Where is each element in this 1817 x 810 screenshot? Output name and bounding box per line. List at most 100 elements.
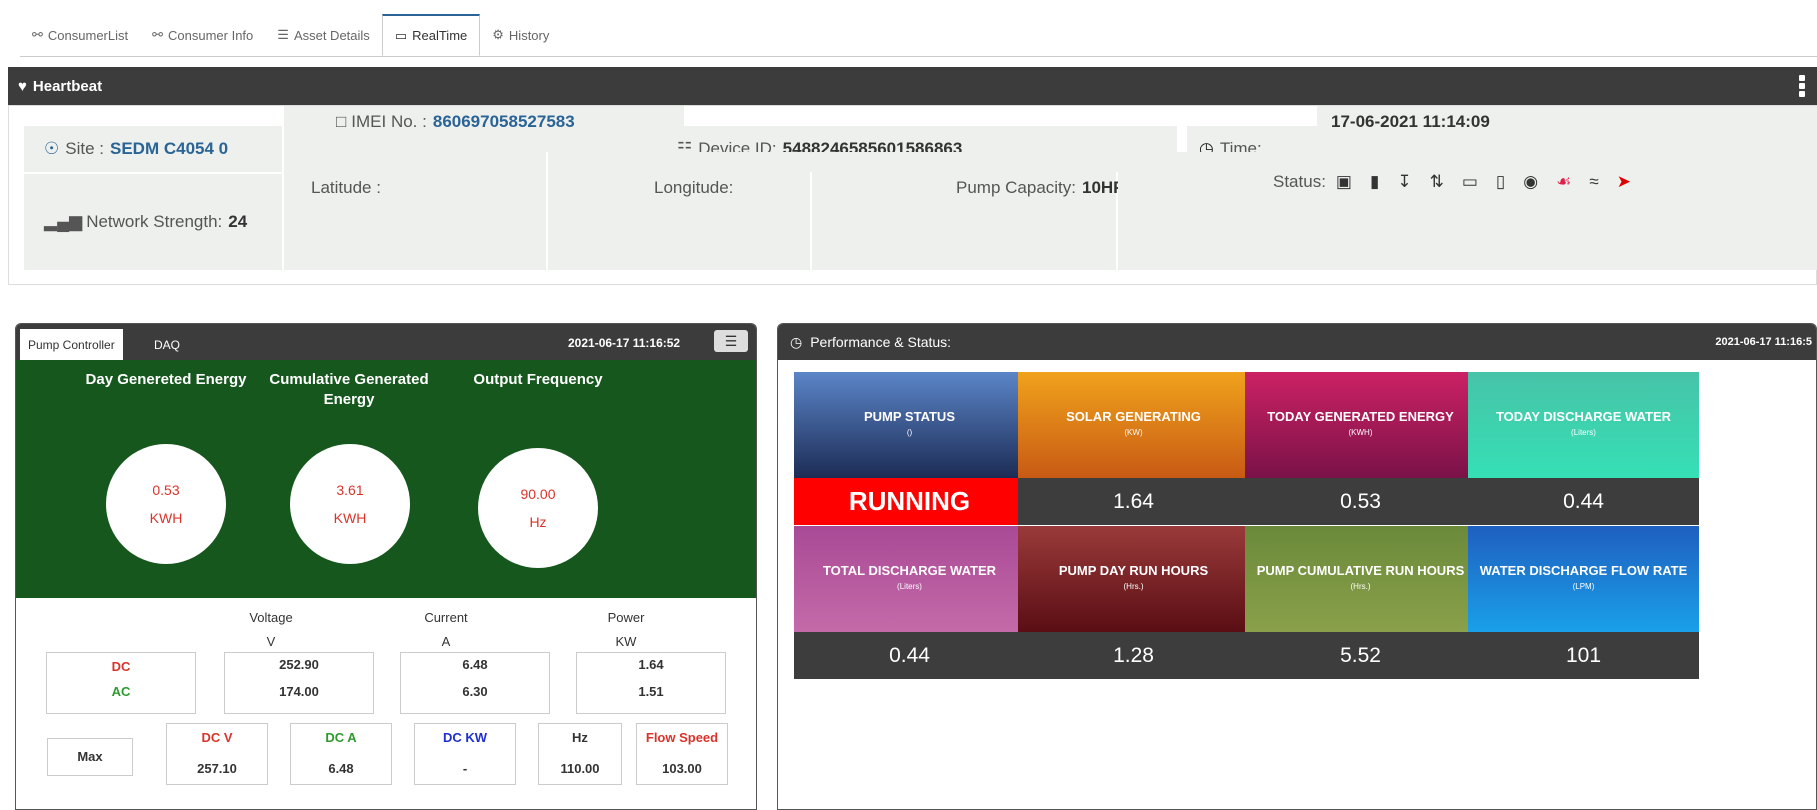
power-header: Power <box>607 610 645 625</box>
card-title: TODAY GENERATED ENERGY <box>1267 409 1454 424</box>
network-cell: ▂▄▆ Network Strength: 24 <box>24 174 282 270</box>
max-dckw-box: DC KW - <box>414 723 516 785</box>
card-header: PUMP DAY RUN HOURS (Hrs.) <box>1018 526 1249 632</box>
heartbeat-header: ♥ Heartbeat <box>8 67 1817 105</box>
longitude-cell: Longitude: <box>548 152 810 270</box>
current-header: Current <box>424 610 468 625</box>
tab-asset-details[interactable]: ☰ Asset Details <box>265 14 382 56</box>
pump-capacity-cell: Pump Capacity: 10HP <box>812 152 1125 270</box>
card-header: PUMP STATUS () <box>794 372 1025 478</box>
fingerprint-icon: ☙ <box>1556 172 1572 191</box>
monitor-icon: ▭ <box>1461 172 1478 191</box>
voltage-header: Voltage <box>249 610 293 625</box>
list-view-icon[interactable]: ☰ <box>714 330 748 352</box>
card-value: 0.44 <box>794 632 1025 679</box>
card-header: TOTAL DISCHARGE WATER (Liters) <box>794 526 1025 632</box>
card-title: WATER DISCHARGE FLOW RATE <box>1479 563 1688 578</box>
map-marker-icon: ◉ <box>1523 172 1539 191</box>
dc-label: DC <box>111 659 131 674</box>
card-title: TODAY DISCHARGE WATER <box>1495 409 1672 424</box>
card-unit: (KW) <box>1124 428 1143 437</box>
card-pump-day-run-hours: PUMP DAY RUN HOURS (Hrs.) 1.28 <box>1018 526 1249 679</box>
time-value: 17-06-2021 11:14:09 <box>1331 112 1490 131</box>
card-unit: () <box>906 428 913 437</box>
card-value: 1.28 <box>1018 632 1249 679</box>
status-icons: ▣ ▮ ↧ ⇅ ▭ ▯ ◉ ☙ ≈ ➤ <box>1336 172 1631 192</box>
electrical-readings: Voltage Current Power V A KW DC AC 252.9… <box>16 598 756 809</box>
pump-panel-timestamp: 2021-06-17 11:16:52 <box>568 336 681 350</box>
performance-timestamp: 2021-06-17 11:16:5 <box>1715 336 1812 348</box>
voltage-values: 252.90 174.00 <box>224 652 374 714</box>
latitude-cell: Latitude : <box>284 152 546 270</box>
max-dcv-box: DC V 257.10 <box>166 723 268 785</box>
gauge-day-energy: 0.53 KWH <box>106 444 226 564</box>
tab-history[interactable]: ⚙ History <box>480 14 561 56</box>
dc-ac-labels: DC AC <box>46 652 196 714</box>
card-header: WATER DISCHARGE FLOW RATE (LPM) <box>1468 526 1699 632</box>
card-header: SOLAR GENERATING (KW) <box>1018 372 1249 478</box>
card-today-generated-energy: TODAY GENERATED ENERGY (KWH) 0.53 <box>1245 372 1476 525</box>
max-hz-box: Hz 110.00 <box>538 723 622 785</box>
tab-daq[interactable]: DAQ <box>146 329 188 360</box>
sim-icon: □ <box>336 112 347 131</box>
card-unit: (Liters) <box>897 582 922 591</box>
card-today-discharge-water: TODAY DISCHARGE WATER (Liters) 0.44 <box>1468 372 1699 525</box>
card-header: TODAY DISCHARGE WATER (Liters) <box>1468 372 1699 478</box>
more-options-icon[interactable] <box>1799 75 1805 99</box>
performance-header: ◷ Performance & Status: 2021-06-17 11:16… <box>778 324 1816 360</box>
card-value: RUNNING <box>794 478 1025 525</box>
sort-down-icon: ↧ <box>1397 172 1412 191</box>
card-value: 5.52 <box>1245 632 1476 679</box>
card-value: 1.64 <box>1018 478 1249 525</box>
site-value: SEDM C4054 0 <box>110 139 229 158</box>
card-title: SOLAR GENERATING <box>1066 409 1201 424</box>
status-cell: Status: ▣ ▮ ↧ ⇅ ▭ ▯ ◉ ☙ ≈ ➤ <box>1118 152 1817 270</box>
card-water-discharge-flow-rate: WATER DISCHARGE FLOW RATE (LPM) 101 <box>1468 526 1699 679</box>
gauge-label-day: Day Genereted Energy <box>85 371 247 388</box>
user-icon: ⚯ <box>152 27 164 42</box>
gauge-label-cumulative: Cumulative Generated Energy <box>269 371 429 408</box>
file-icon: ▮ <box>1369 172 1380 191</box>
tab-realtime[interactable]: ▭ RealTime <box>381 14 481 56</box>
card-header: PUMP CUMULATIVE RUN HOURS (Hrs.) <box>1245 526 1476 632</box>
signal-icon: ▂▄▆ <box>44 212 83 231</box>
card-unit: (Hrs.) <box>1123 582 1144 591</box>
card-solar-generating: SOLAR GENERATING (KW) 1.64 <box>1018 372 1249 525</box>
performance-title: Performance & Status: <box>810 334 952 350</box>
sim-card-icon: ▣ <box>1335 172 1352 191</box>
current-unit: A <box>441 634 451 649</box>
card-unit: (LPM) <box>1572 582 1595 591</box>
tab-pump-controller[interactable]: Pump Controller <box>20 329 123 360</box>
card-value: 101 <box>1468 632 1699 679</box>
imei-cell: □ IMEI No. : 860697058527583 <box>284 106 684 152</box>
ac-label: AC <box>111 684 131 699</box>
card-unit: (KWH) <box>1348 428 1373 437</box>
target-icon: ☉ <box>44 139 60 158</box>
card-unit: (Liters) <box>1571 428 1596 437</box>
current-values: 6.48 6.30 <box>400 652 550 714</box>
max-dca-box: DC A 6.48 <box>290 723 392 785</box>
card-title: PUMP CUMULATIVE RUN HOURS <box>1256 563 1465 578</box>
gauge-cumulative-energy: 3.61 KWH <box>290 444 410 564</box>
gauge-output-frequency: 90.00 Hz <box>478 448 598 568</box>
imei-value: 860697058527583 <box>432 112 575 131</box>
tab-consumer-info[interactable]: ⚯ Consumer Info <box>140 14 265 56</box>
card-unit: (Hrs.) <box>1350 582 1371 591</box>
pump-panel-header: Pump Controller DAQ 2021-06-17 11:16:52 … <box>16 324 756 360</box>
document-icon: ▯ <box>1495 172 1506 191</box>
card-title: PUMP DAY RUN HOURS <box>1058 563 1209 578</box>
energy-gauges: Day Genereted Energy Cumulative Generate… <box>16 360 756 598</box>
monitor-icon: ▭ <box>394 27 408 43</box>
card-title: TOTAL DISCHARGE WATER <box>822 563 997 578</box>
tab-consumer-list[interactable]: ⚯ ConsumerList <box>20 14 140 56</box>
tab-divider <box>20 56 1817 57</box>
pump-controller-panel: Pump Controller DAQ 2021-06-17 11:16:52 … <box>15 323 757 810</box>
network-value: 24 <box>228 212 248 231</box>
heartbeat-panel: ☉ Site : SEDM C4054 0 □ IMEI No. : 86069… <box>8 105 1817 285</box>
voltage-unit: V <box>266 634 276 649</box>
user-icon: ⚯ <box>32 27 43 42</box>
max-flow-box: Flow Speed 103.00 <box>636 723 728 785</box>
heart-icon: ♥ <box>18 77 27 95</box>
card-total-discharge-water: TOTAL DISCHARGE WATER (Liters) 0.44 <box>794 526 1025 679</box>
card-pump-cumulative-run-hours: PUMP CUMULATIVE RUN HOURS (Hrs.) 5.52 <box>1245 526 1476 679</box>
